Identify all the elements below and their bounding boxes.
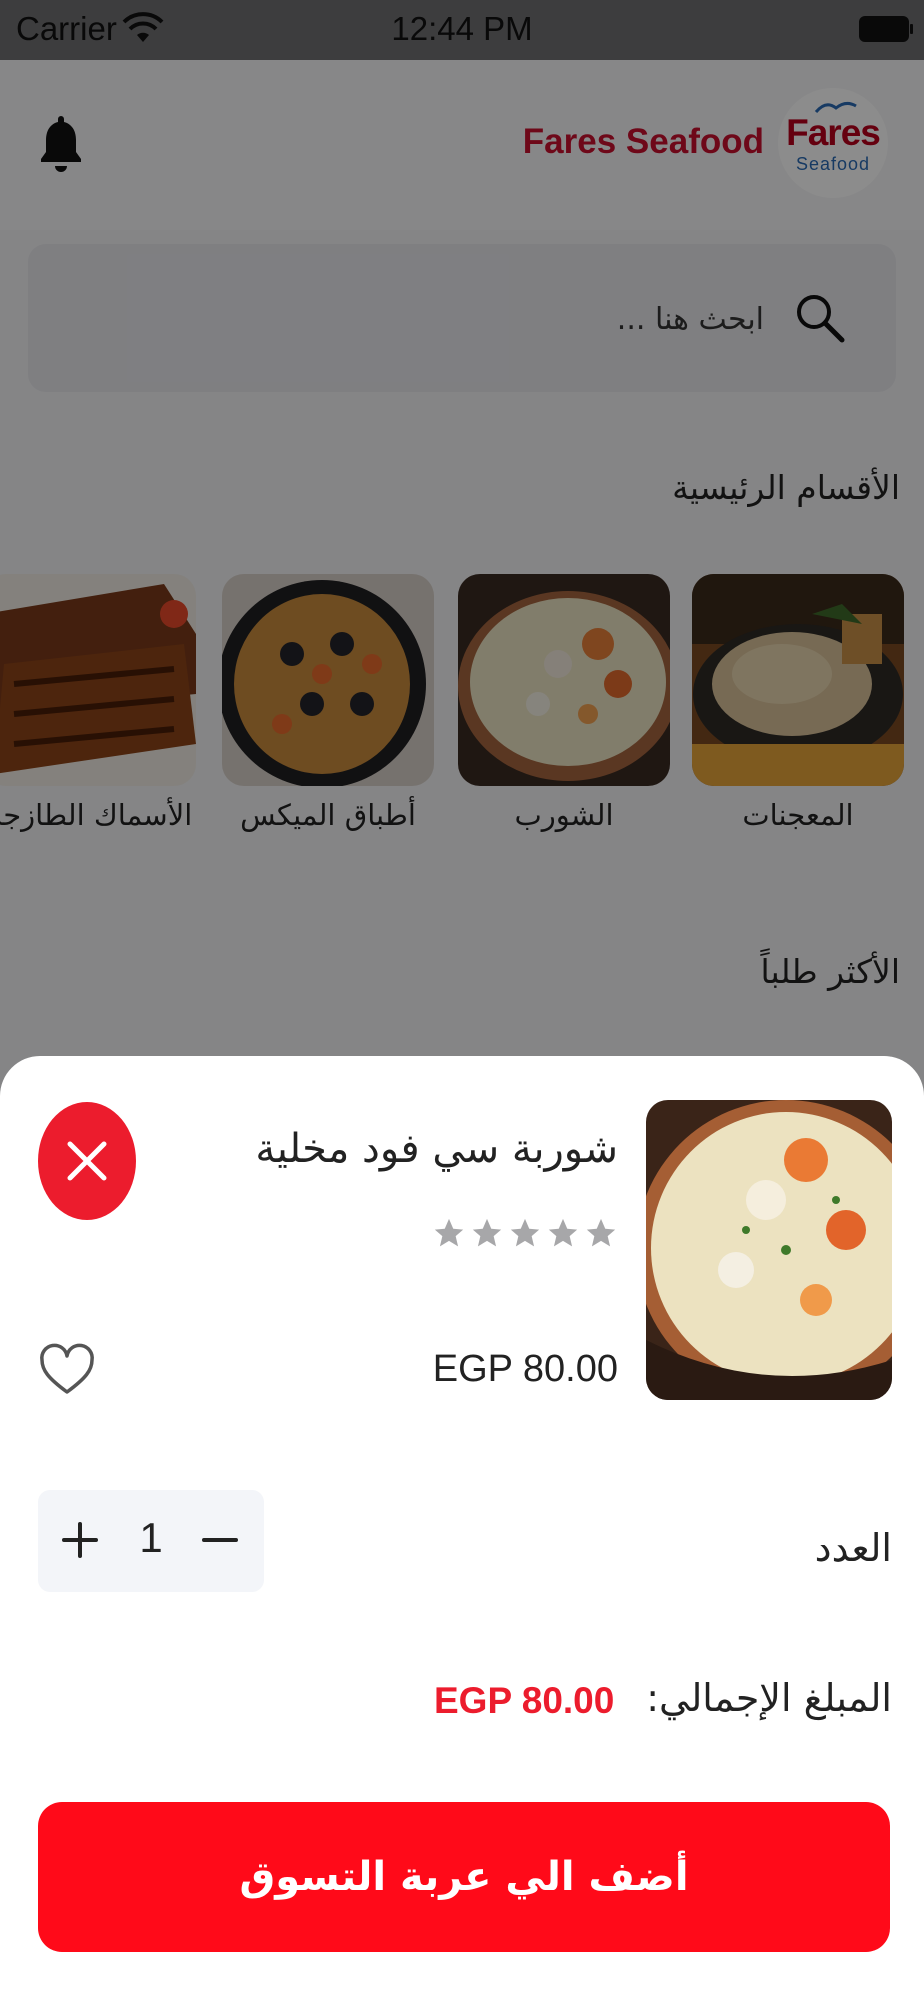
minus-icon[interactable] bbox=[196, 1516, 244, 1564]
quantity-stepper: 1 bbox=[38, 1490, 264, 1592]
add-to-cart-button[interactable]: أضف الي عربة التسوق bbox=[38, 1802, 890, 1952]
quantity-label: العدد bbox=[814, 1526, 892, 1570]
star-icon bbox=[510, 1218, 540, 1247]
rating-stars bbox=[432, 1216, 618, 1250]
heart-icon[interactable] bbox=[38, 1342, 96, 1400]
product-name: شوربة سي فود مخلية bbox=[255, 1126, 618, 1172]
product-sheet: شوربة سي فود مخلية EGP 80.00 العدد 1 الم… bbox=[0, 1056, 924, 2000]
star-icon bbox=[434, 1218, 464, 1247]
total-value: EGP 80.00 bbox=[434, 1680, 615, 1721]
star-icon bbox=[548, 1218, 578, 1247]
close-button[interactable] bbox=[38, 1102, 136, 1220]
star-icon bbox=[586, 1218, 616, 1247]
star-icon bbox=[472, 1218, 502, 1247]
total-label: المبلغ الإجمالي: bbox=[646, 1676, 892, 1720]
quantity-value: 1 bbox=[139, 1514, 163, 1561]
product-image bbox=[646, 1100, 892, 1400]
add-to-cart-label: أضف الي عربة التسوق bbox=[239, 1854, 689, 1900]
product-price: EGP 80.00 bbox=[432, 1348, 618, 1390]
plus-icon[interactable] bbox=[56, 1516, 104, 1564]
close-icon bbox=[67, 1141, 107, 1181]
